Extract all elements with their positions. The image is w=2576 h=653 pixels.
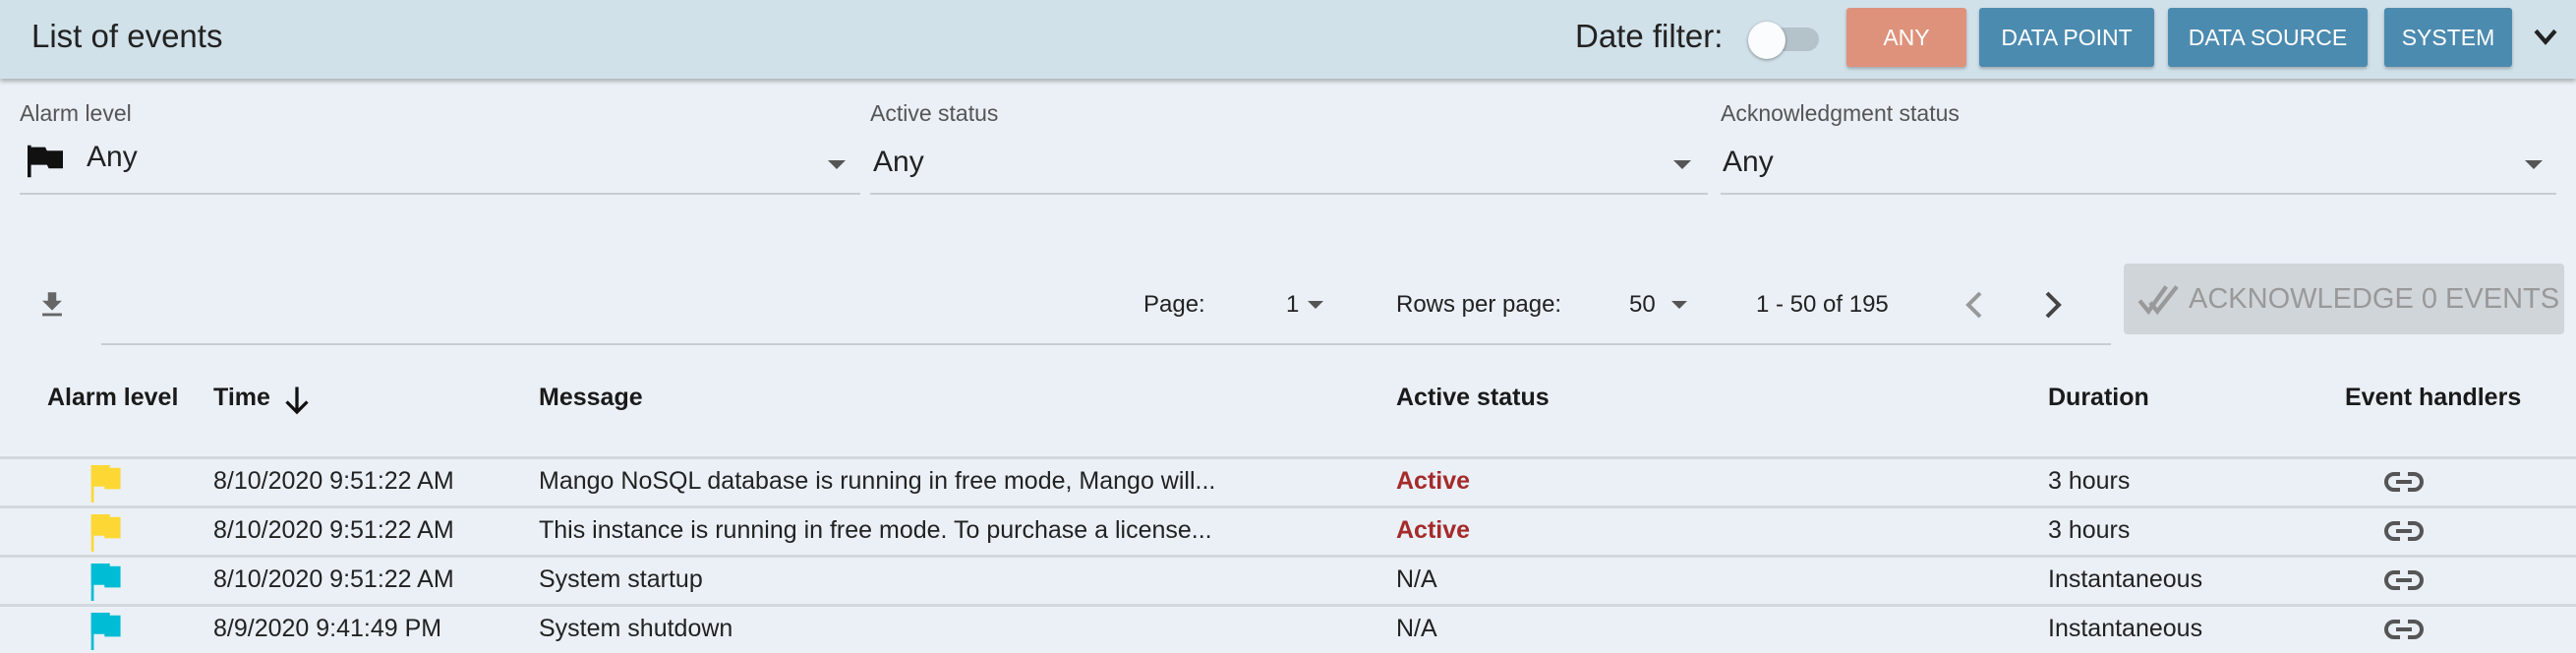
alarm-flag-icon xyxy=(90,465,121,503)
dropdown-caret-icon[interactable] xyxy=(1671,301,1687,309)
active-status-select[interactable]: Any xyxy=(873,146,924,179)
event-time: 8/10/2020 9:51:22 AM xyxy=(213,565,454,593)
rows-per-page-label: Rows per page: xyxy=(1396,291,1562,318)
dropdown-caret-icon[interactable] xyxy=(1673,160,1691,169)
event-duration: 3 hours xyxy=(2048,516,2131,544)
col-message[interactable]: Message xyxy=(539,384,643,412)
type-any-button[interactable]: ANY xyxy=(1846,8,1966,67)
chevron-left-icon[interactable] xyxy=(1962,289,1986,321)
flag-icon xyxy=(28,145,63,178)
event-message: System shutdown xyxy=(539,615,733,642)
event-duration: Instantaneous xyxy=(2048,565,2203,593)
field-underline xyxy=(20,193,860,195)
col-active-status[interactable]: Active status xyxy=(1396,384,1550,412)
event-duration: Instantaneous xyxy=(2048,615,2203,642)
date-filter-label: Date filter: xyxy=(1575,18,1724,54)
event-message: Mango NoSQL database is running in free … xyxy=(539,467,1216,495)
type-system-button[interactable]: SYSTEM xyxy=(2384,8,2512,67)
table-row[interactable]: 8/10/2020 9:51:22 AM This instance is ru… xyxy=(0,508,2576,555)
table-row[interactable]: 8/10/2020 9:51:22 AM System startup N/A … xyxy=(0,558,2576,604)
link-icon[interactable] xyxy=(2384,469,2424,495)
chevron-down-icon[interactable] xyxy=(2529,20,2562,53)
chevron-right-icon[interactable] xyxy=(2041,289,2065,321)
field-underline xyxy=(870,193,1708,195)
table-row[interactable]: 8/9/2020 9:41:49 PM System shutdown N/A … xyxy=(0,607,2576,653)
col-event-handlers: Event handlers xyxy=(2345,384,2522,411)
table-row[interactable]: 8/10/2020 9:51:22 AM Mango NoSQL databas… xyxy=(0,459,2576,505)
alarm-flag-icon xyxy=(90,514,121,552)
acknowledge-events-button[interactable]: ACKNOWLEDGE 0 EVENTS xyxy=(2124,264,2564,334)
alarm-flag-icon xyxy=(90,613,121,650)
type-data-point-button[interactable]: DATA POINT xyxy=(1979,8,2154,67)
link-icon[interactable] xyxy=(2384,617,2424,642)
link-icon[interactable] xyxy=(2384,518,2424,544)
dropdown-caret-icon[interactable] xyxy=(1308,301,1323,309)
link-icon[interactable] xyxy=(2384,567,2424,593)
event-time: 8/9/2020 9:41:49 PM xyxy=(213,615,442,642)
divider xyxy=(101,343,2111,345)
field-underline xyxy=(1721,193,2556,195)
event-active-status: N/A xyxy=(1396,565,1437,593)
col-alarm-level[interactable]: Alarm level xyxy=(47,384,178,412)
col-duration[interactable]: Duration xyxy=(2048,384,2149,412)
alarm-flag-icon xyxy=(90,564,121,601)
dropdown-caret-icon[interactable] xyxy=(2525,160,2543,169)
page-range: 1 - 50 of 195 xyxy=(1756,291,1889,318)
event-message: System startup xyxy=(539,565,703,593)
double-check-icon xyxy=(2137,285,2179,316)
date-filter-toggle[interactable] xyxy=(1748,22,1821,59)
event-message: This instance is running in free mode. T… xyxy=(539,516,1212,544)
active-status-label: Active status xyxy=(870,100,999,126)
event-active-status: Active xyxy=(1396,516,1471,544)
acknowledge-label: ACKNOWLEDGE 0 EVENTS xyxy=(2189,282,2560,315)
event-active-status: N/A xyxy=(1396,615,1437,642)
alarm-level-label: Alarm level xyxy=(20,100,132,126)
event-duration: 3 hours xyxy=(2048,467,2131,495)
event-active-status: Active xyxy=(1396,467,1471,495)
sort-down-arrow-icon[interactable] xyxy=(279,382,315,419)
page-label: Page: xyxy=(1143,291,1205,318)
page-title: List of events xyxy=(31,18,223,54)
event-time: 8/10/2020 9:51:22 AM xyxy=(213,516,454,544)
download-icon[interactable] xyxy=(35,287,69,323)
event-time: 8/10/2020 9:51:22 AM xyxy=(213,467,454,495)
alarm-level-select[interactable]: Any xyxy=(87,141,138,174)
dropdown-caret-icon[interactable] xyxy=(828,160,846,169)
page-select[interactable]: 1 xyxy=(1286,291,1299,319)
ack-status-label: Acknowledgment status xyxy=(1721,100,1960,126)
rows-per-page-select[interactable]: 50 xyxy=(1629,291,1656,319)
ack-status-select[interactable]: Any xyxy=(1723,146,1774,179)
col-time[interactable]: Time xyxy=(213,384,270,412)
type-data-source-button[interactable]: DATA SOURCE xyxy=(2168,8,2368,67)
